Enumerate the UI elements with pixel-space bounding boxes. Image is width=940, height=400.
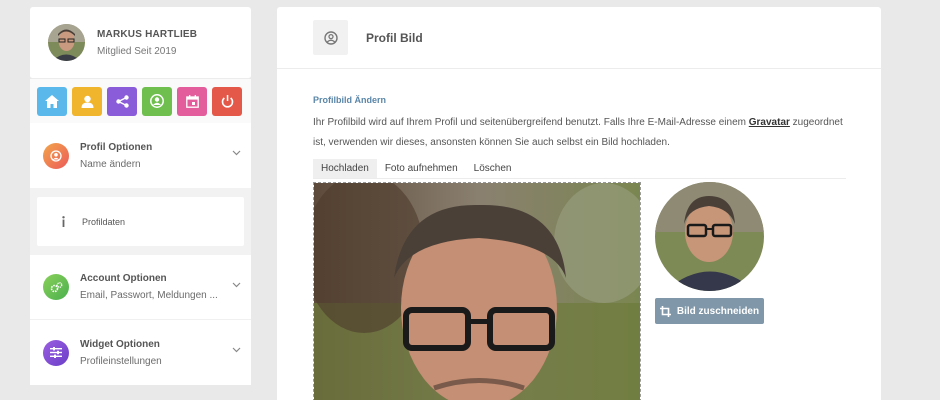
crop-button-label: Bild zuschneiden — [676, 305, 760, 317]
chevron-down-icon — [232, 282, 241, 288]
avatar — [48, 24, 85, 61]
menu-profile-options[interactable]: Profil Optionen Name ändern — [30, 123, 251, 188]
user-circle-icon — [323, 30, 338, 45]
share-button[interactable] — [107, 86, 137, 116]
profile-button[interactable] — [142, 86, 172, 116]
chevron-down-icon — [232, 150, 241, 156]
profile-data-link[interactable]: Profildaten — [37, 197, 244, 246]
menu-title: Account Optionen — [80, 273, 167, 284]
menu-subtitle: Profileinstellungen — [80, 355, 162, 367]
profile-options-icon — [43, 142, 69, 169]
info-icon — [62, 216, 65, 227]
sidebar: MARKUS HARTLIEB Mitglied Seit 2019 Profi… — [30, 7, 251, 385]
profile-photo — [314, 183, 640, 400]
main-panel: Profil Bild Profilbild Ändern Ihr Profil… — [277, 7, 881, 400]
avatar-preview — [655, 182, 764, 291]
tab-upload[interactable]: Hochladen — [313, 159, 377, 178]
sliders-icon — [43, 339, 69, 366]
user-circle-icon — [150, 94, 164, 108]
menu-title: Profil Optionen — [80, 141, 153, 153]
description: Ihr Profilbild wird auf Ihrem Profil und… — [313, 113, 853, 153]
tab-delete[interactable]: Löschen — [466, 159, 520, 178]
crop-icon — [659, 305, 671, 317]
calendar-button[interactable] — [177, 86, 207, 116]
crop-area[interactable] — [313, 182, 641, 400]
chevron-down-icon — [232, 347, 241, 353]
member-since: Mitglied Seit 2019 — [97, 45, 177, 57]
menu-title: Widget Optionen — [80, 338, 160, 350]
share-icon — [115, 94, 129, 108]
menu-account-options[interactable]: Account Optionen Email, Passwort, Meldun… — [30, 255, 251, 385]
page-title: Profil Bild — [366, 30, 423, 45]
profile-name: MARKUS HARTLIEB — [97, 28, 198, 40]
user-button[interactable] — [72, 86, 102, 116]
gravatar-link[interactable]: Gravatar — [749, 117, 790, 128]
menu-widget-options[interactable]: Widget Optionen Profileinstellungen — [30, 320, 251, 385]
user-icon — [81, 95, 93, 108]
header-icon-box — [313, 20, 348, 55]
tab-take-photo[interactable]: Foto aufnehmen — [377, 159, 466, 178]
profile-card: MARKUS HARTLIEB Mitglied Seit 2019 — [30, 7, 251, 79]
crop-button[interactable]: Bild zuschneiden — [655, 298, 764, 324]
gears-icon — [43, 274, 69, 300]
logout-button[interactable] — [212, 86, 242, 116]
menu-subtitle: Name ändern — [80, 158, 141, 170]
description-text: Ihr Profilbild wird auf Ihrem Profil und… — [313, 117, 749, 128]
tabs: Hochladen Foto aufnehmen Löschen — [313, 159, 846, 179]
menu-subtitle: Email, Passwort, Meldungen ... — [80, 290, 218, 301]
home-button[interactable] — [37, 86, 67, 116]
section-label: Profilbild Ändern — [313, 95, 386, 105]
power-icon — [221, 94, 233, 108]
quick-actions — [30, 79, 251, 123]
main-header: Profil Bild — [277, 7, 881, 69]
home-icon — [45, 94, 59, 108]
calendar-icon — [185, 94, 199, 108]
profile-data-label: Profildaten — [82, 216, 126, 227]
